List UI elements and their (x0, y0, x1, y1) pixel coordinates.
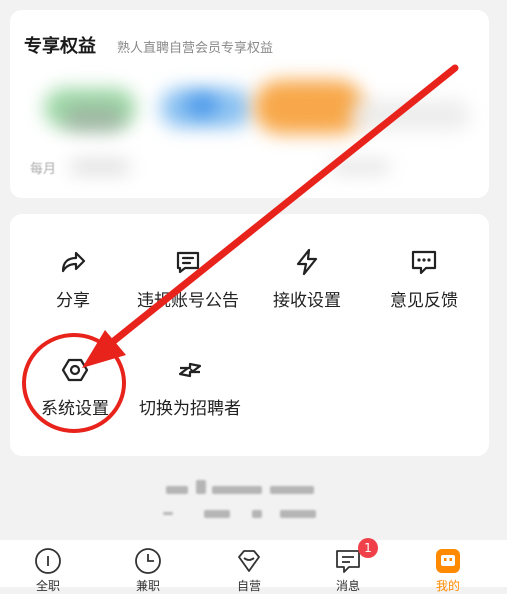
share-label: 分享 (56, 291, 90, 311)
benefit-item-blurred-shade (64, 106, 124, 132)
tab-mine-label: 我的 (435, 579, 460, 593)
benefits-title: 专享权益 (24, 36, 96, 57)
tools-card: 分享 违规账号公告 接收设置 意见反馈 系统设置 切换为招聘者 (10, 214, 489, 456)
profile-icon (436, 549, 460, 573)
benefits-monthly-text: 每月 (30, 162, 57, 177)
bottom-tab-bar: 全职 兼职 自营 消息 我的 (0, 540, 507, 593)
share-icon (61, 251, 86, 273)
footer-blurred-text (0, 476, 507, 526)
tab-fulltime-label: 全职 (35, 579, 60, 593)
settings-icon (61, 358, 89, 382)
message-count-badge: 1 (358, 538, 378, 558)
system-settings-label: 系统设置 (41, 399, 109, 419)
diamond-icon (238, 550, 260, 572)
benefit-caption-blurred (70, 160, 130, 174)
fulltime-icon (35, 548, 61, 574)
switch-arrows-icon (178, 362, 202, 378)
benefit-item-blurred (350, 100, 470, 130)
feedback-button[interactable]: 意见反馈 (361, 248, 487, 328)
tab-parttime-label: 兼职 (135, 579, 160, 593)
switch-to-recruiter-button[interactable]: 切换为招聘者 (127, 356, 253, 436)
benefit-item-blurred[interactable] (254, 80, 364, 134)
violation-notice-label: 违规账号公告 (137, 291, 239, 311)
receive-settings-label: 接收设置 (273, 291, 341, 311)
receive-settings-button[interactable]: 接收设置 (244, 248, 370, 328)
violation-notice-button[interactable]: 违规账号公告 (125, 248, 251, 328)
system-settings-button[interactable]: 系统设置 (12, 356, 138, 436)
clock-icon (135, 548, 161, 574)
feedback-label: 意见反馈 (390, 291, 458, 311)
tab-messages-label: 消息 (335, 579, 360, 593)
notice-icon (176, 251, 200, 274)
benefit-caption-blurred (330, 160, 390, 174)
share-button[interactable]: 分享 (10, 248, 136, 328)
benefits-subtitle: 熟人直聘自营会员专享权益 (117, 41, 274, 56)
benefit-item-blurred-shade (185, 94, 219, 116)
switch-to-recruiter-label: 切换为招聘者 (139, 399, 241, 419)
feedback-icon (411, 250, 437, 275)
benefits-card[interactable]: 专享权益 熟人直聘自营会员专享权益 每月 (10, 10, 489, 198)
tab-self-operated-label: 自营 (236, 579, 261, 593)
lightning-icon (296, 248, 318, 276)
